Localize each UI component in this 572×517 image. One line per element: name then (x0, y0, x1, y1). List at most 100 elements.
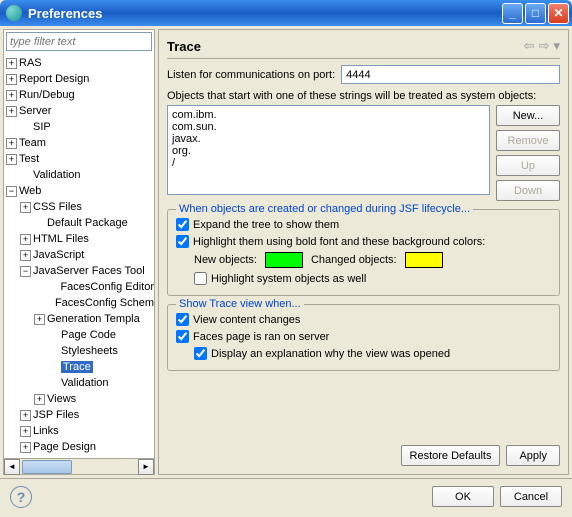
tree-item[interactable]: FacesConfig Editor (4, 279, 154, 295)
tree-item-label: Stylesheets (61, 345, 118, 357)
show-trace-group-title: Show Trace view when... (176, 298, 304, 310)
tree-item[interactable]: +Links (4, 423, 154, 439)
scroll-thumb[interactable] (22, 460, 72, 474)
tree-item[interactable]: Stylesheets (4, 343, 154, 359)
tree-toggle-icon[interactable]: + (20, 410, 31, 421)
tree-item[interactable]: +Report Design (4, 71, 154, 87)
expand-tree-checkbox[interactable] (176, 218, 189, 231)
tree-toggle-icon[interactable]: + (20, 234, 31, 245)
cancel-button[interactable]: Cancel (500, 486, 562, 507)
filter-input[interactable] (6, 32, 152, 51)
tree-toggle-icon[interactable]: + (20, 250, 31, 261)
new-objects-label: New objects: (194, 254, 257, 266)
system-objects-listbox[interactable]: com.ibm. com.sun. javax. org. / (167, 105, 490, 195)
tree-toggle-icon[interactable]: + (6, 138, 17, 149)
tree-toggle-icon[interactable]: + (34, 394, 45, 405)
tree-item-label: JavaScript (33, 249, 84, 261)
window-title: Preferences (28, 6, 502, 21)
tree-toggle-icon[interactable]: + (20, 202, 31, 213)
tree-item[interactable]: +JSP Files (4, 407, 154, 423)
view-changes-checkbox[interactable] (176, 313, 189, 326)
dialog-footer: ? OK Cancel (0, 478, 572, 514)
tree-item[interactable]: +Server (4, 103, 154, 119)
tree-item[interactable]: Page Code (4, 327, 154, 343)
menu-dropdown-icon[interactable]: ▾ (553, 38, 560, 54)
tree-toggle-icon[interactable]: + (6, 90, 17, 101)
scroll-right-arrow[interactable]: ► (138, 459, 154, 475)
forward-icon[interactable]: ⇨ (539, 38, 550, 54)
tree-item-label: Server (19, 105, 51, 117)
new-objects-color-swatch[interactable] (265, 252, 303, 268)
tree-item[interactable]: Validation (4, 375, 154, 391)
new-button[interactable]: New... (496, 105, 560, 126)
maximize-button[interactable]: □ (525, 3, 546, 24)
help-icon[interactable]: ? (10, 486, 32, 508)
tree-item[interactable]: −JavaServer Faces Tool (4, 263, 154, 279)
preferences-tree[interactable]: +RAS+Report Design+Run/Debug+ServerSIP+T… (4, 53, 154, 458)
tree-item[interactable]: Default Package (4, 215, 154, 231)
tree-item-label: Team (19, 137, 46, 149)
tree-item-label: Generation Templa (47, 313, 140, 325)
up-button[interactable]: Up (496, 155, 560, 176)
explanation-checkbox[interactable] (194, 347, 207, 360)
explanation-label: Display an explanation why the view was … (211, 348, 450, 360)
ok-button[interactable]: OK (432, 486, 494, 507)
tree-item-label: Validation (61, 377, 109, 389)
highlight-checkbox[interactable] (176, 235, 189, 248)
changed-objects-color-swatch[interactable] (405, 252, 443, 268)
close-button[interactable]: ✕ (548, 3, 569, 24)
main-panel: Trace ⇦ ⇨ ▾ Listen for communications on… (158, 29, 569, 475)
minimize-button[interactable]: _ (502, 3, 523, 24)
tree-item-label: Validation (33, 169, 81, 181)
tree-item-label: Page Code (61, 329, 116, 341)
tree-item[interactable]: +Views (4, 391, 154, 407)
tree-item[interactable]: Validation (4, 167, 154, 183)
tree-item[interactable]: +JavaScript (4, 247, 154, 263)
tree-item[interactable]: +HTML Files (4, 231, 154, 247)
tree-toggle-icon[interactable]: + (20, 442, 31, 453)
scroll-left-arrow[interactable]: ◄ (4, 459, 20, 475)
tree-item[interactable]: FacesConfig Schem (4, 295, 154, 311)
port-input[interactable] (341, 65, 560, 84)
tree-item[interactable]: SIP (4, 119, 154, 135)
view-changes-label: View content changes (193, 314, 300, 326)
page-title: Trace (167, 39, 524, 54)
tree-item-label: Views (47, 393, 76, 405)
apply-button[interactable]: Apply (506, 445, 560, 466)
title-bar: Preferences _ □ ✕ (0, 0, 572, 26)
horizontal-scrollbar[interactable]: ◄ ► (4, 458, 154, 474)
highlight-system-checkbox[interactable] (194, 272, 207, 285)
tree-item-label: SIP (33, 121, 51, 133)
tree-item-label: HTML Files (33, 233, 89, 245)
tree-item[interactable]: +Run/Debug (4, 87, 154, 103)
app-icon (6, 5, 22, 21)
tree-item[interactable]: Trace (4, 359, 154, 375)
tree-toggle-icon[interactable]: + (6, 58, 17, 69)
back-icon[interactable]: ⇦ (524, 38, 535, 54)
tree-item-label: FacesConfig Editor (60, 281, 154, 293)
faces-ran-checkbox[interactable] (176, 330, 189, 343)
tree-toggle-icon[interactable]: + (20, 426, 31, 437)
tree-toggle-icon[interactable]: + (6, 106, 17, 117)
tree-item[interactable]: +RAS (4, 55, 154, 71)
expand-tree-label: Expand the tree to show them (193, 219, 339, 231)
tree-item[interactable]: +Generation Templa (4, 311, 154, 327)
tree-item-label: Default Package (47, 217, 128, 229)
remove-button[interactable]: Remove (496, 130, 560, 151)
down-button[interactable]: Down (496, 180, 560, 201)
system-objects-label: Objects that start with one of these str… (167, 90, 560, 102)
tree-item[interactable]: +Test (4, 151, 154, 167)
tree-toggle-icon[interactable]: + (6, 154, 17, 165)
changed-objects-label: Changed objects: (311, 254, 397, 266)
tree-item[interactable]: −Web (4, 183, 154, 199)
tree-item[interactable]: +CSS Files (4, 199, 154, 215)
tree-toggle-icon[interactable]: − (20, 266, 31, 277)
tree-toggle-icon[interactable]: − (6, 186, 17, 197)
tree-item-label: Trace (61, 361, 93, 373)
tree-item[interactable]: +Page Design (4, 439, 154, 455)
restore-defaults-button[interactable]: Restore Defaults (401, 445, 501, 466)
tree-item[interactable]: +Team (4, 135, 154, 151)
tree-item-label: Test (19, 153, 39, 165)
tree-toggle-icon[interactable]: + (34, 314, 45, 325)
tree-toggle-icon[interactable]: + (6, 74, 17, 85)
